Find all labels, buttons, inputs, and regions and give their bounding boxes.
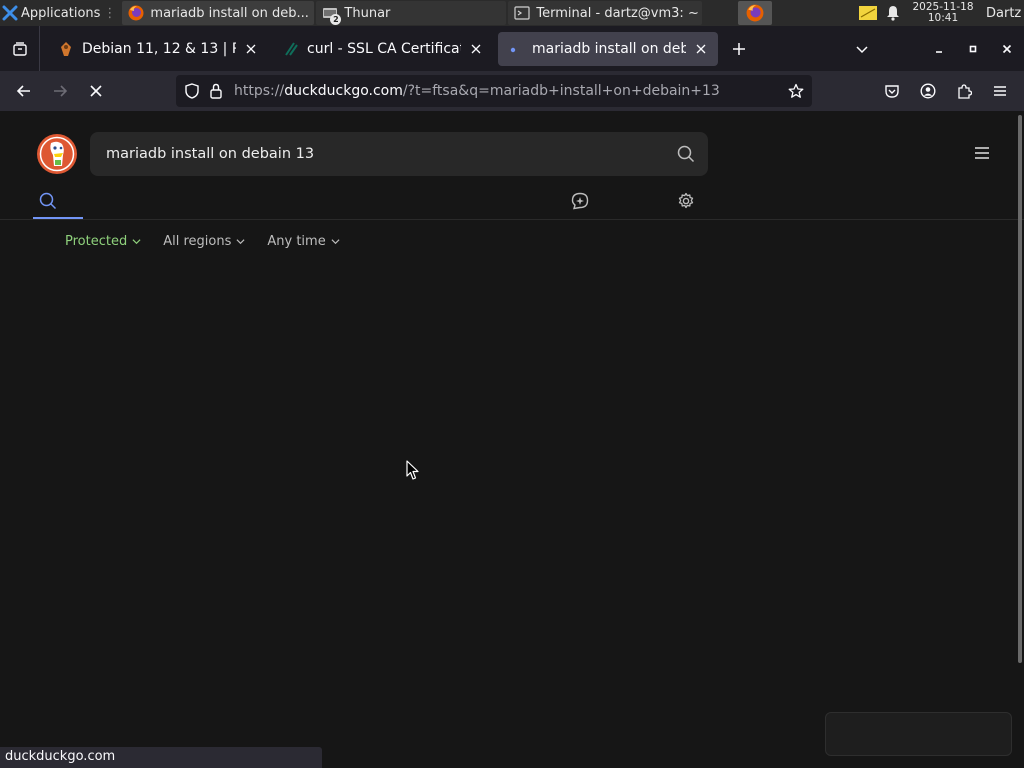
- loading-dot-icon: [510, 47, 516, 53]
- region-label: All regions: [163, 234, 232, 249]
- system-tray: 2025-11-18 10:41 Dartz: [858, 0, 1024, 26]
- site-menu-button[interactable]: [972, 143, 992, 163]
- maximize-button[interactable]: [962, 38, 984, 60]
- status-bar: duckduckgo.com: [0, 747, 322, 768]
- tab-duck-ai[interactable]: [569, 190, 591, 212]
- arrow-left-icon: [16, 85, 30, 97]
- applications-menu[interactable]: Applications ⋮: [0, 0, 120, 26]
- taskbar-window-title: Thunar: [344, 5, 391, 21]
- tab-title: Debian 11, 12 & 13 | Pte: [82, 41, 236, 57]
- account-button[interactable]: [918, 81, 938, 101]
- chevron-down-icon: [132, 239, 141, 245]
- menu-icon: [975, 147, 989, 159]
- chevron-down-icon: [331, 239, 340, 245]
- firefox-view-button[interactable]: [0, 26, 40, 71]
- plus-icon: [733, 43, 745, 55]
- terminal-icon: [514, 5, 531, 21]
- maximize-icon: [969, 45, 977, 53]
- search-input[interactable]: [106, 146, 666, 162]
- firefox-icon: [746, 4, 764, 22]
- list-all-tabs-button[interactable]: [851, 38, 873, 60]
- tab-title: mariadb install on debain 13: [532, 41, 686, 57]
- pocket-button[interactable]: [882, 81, 902, 101]
- page-scrollbar[interactable]: [1018, 115, 1022, 663]
- menu-separator-icon: ⋮: [103, 5, 117, 21]
- taskbar-window-title: mariadb install on deb...: [150, 5, 309, 21]
- chevron-down-icon: [856, 46, 868, 54]
- navigation-toolbar: https://duckduckgo.com/?t=ftsa&q=mariadb…: [0, 71, 1024, 111]
- new-tab-button[interactable]: [728, 38, 750, 60]
- tab-curl[interactable]: curl - SSL CA Certificates: [273, 32, 493, 66]
- url-host: duckduckgo.com: [284, 83, 403, 99]
- forward-button[interactable]: [47, 79, 73, 103]
- tab-duckduckgo[interactable]: mariadb install on debain 13: [498, 32, 718, 66]
- firefox-icon: [128, 5, 144, 21]
- search-icon[interactable]: [676, 144, 696, 164]
- applications-label: Applications: [21, 5, 101, 21]
- mouse-pointer-icon: [406, 460, 419, 480]
- taskbar-window-title: Terminal - dartz@vm3: ~: [536, 5, 699, 21]
- os-taskbar: Applications ⋮ mariadb install on deb...…: [0, 0, 1024, 26]
- close-icon: [1002, 44, 1012, 54]
- stop-x-icon: [90, 85, 102, 97]
- notes-icon[interactable]: [858, 5, 878, 21]
- app-menu-button[interactable]: [990, 81, 1010, 101]
- back-button[interactable]: [11, 79, 37, 103]
- curl-favicon-icon: [285, 42, 298, 56]
- site-favicon-icon: [61, 42, 71, 56]
- lock-icon[interactable]: [206, 81, 226, 101]
- tray-firefox-launcher[interactable]: [738, 1, 772, 25]
- close-window-button[interactable]: [996, 38, 1018, 60]
- notification-panel: [825, 712, 1012, 756]
- url-path: /?t=ftsa&q=mariadb+install+on+debain+13: [402, 83, 720, 99]
- taskbar-window-firefox[interactable]: mariadb install on deb...: [122, 1, 315, 25]
- stop-loading-button[interactable]: [83, 79, 109, 103]
- minimize-button[interactable]: [928, 38, 950, 60]
- clock-time: 10:41: [927, 12, 959, 24]
- region-filter[interactable]: All regions: [163, 234, 245, 249]
- ai-chat-icon: [571, 192, 589, 210]
- tab-debian[interactable]: Debian 11, 12 & 13 | Pte: [48, 32, 268, 66]
- minimize-icon: [936, 51, 942, 53]
- tracking-protection-shield-icon[interactable]: [182, 81, 202, 101]
- menu-icon: [994, 86, 1006, 96]
- account-icon: [920, 83, 936, 99]
- notification-bell-icon[interactable]: [886, 5, 900, 21]
- tab-settings[interactable]: [675, 190, 697, 212]
- close-tab-icon[interactable]: [469, 42, 483, 56]
- firefox-view-icon: [12, 41, 27, 56]
- time-label: Any time: [267, 234, 326, 249]
- tab-all-results[interactable]: [37, 190, 59, 212]
- tab-title: curl - SSL CA Certificates: [307, 41, 461, 57]
- close-tab-icon[interactable]: [244, 42, 258, 56]
- file-manager-icon: 2: [322, 5, 342, 25]
- arrow-right-icon: [54, 85, 68, 97]
- window-count-badge: 2: [330, 14, 342, 25]
- extensions-button[interactable]: [954, 81, 974, 101]
- user-menu[interactable]: Dartz: [986, 6, 1024, 21]
- taskbar-window-thunar[interactable]: 2 Thunar: [316, 1, 507, 25]
- safe-search-filter[interactable]: Protected: [65, 234, 141, 249]
- search-verticals-bar: [0, 184, 1024, 220]
- time-filter[interactable]: Any time: [267, 234, 340, 249]
- address-bar[interactable]: https://duckduckgo.com/?t=ftsa&q=mariadb…: [176, 75, 812, 107]
- active-tab-indicator: [33, 217, 83, 219]
- url-text: https://duckduckgo.com/?t=ftsa&q=mariadb…: [234, 83, 764, 99]
- bookmark-star-icon[interactable]: [786, 81, 806, 101]
- xfce-logo-icon: [2, 5, 18, 21]
- safe-search-label: Protected: [65, 234, 128, 249]
- chevron-down-icon: [236, 239, 245, 245]
- duckduckgo-logo-icon[interactable]: [36, 133, 78, 175]
- url-prefix: https://: [234, 83, 285, 99]
- search-filters: Protected All regions Any time: [65, 234, 340, 249]
- search-box[interactable]: [90, 132, 708, 176]
- pocket-icon: [885, 85, 899, 98]
- search-icon: [39, 192, 57, 210]
- page-content: Protected All regions Any time: [0, 111, 1024, 768]
- taskbar-window-terminal[interactable]: Terminal - dartz@vm3: ~: [508, 1, 703, 25]
- gear-icon: [678, 192, 694, 209]
- clock[interactable]: 2025-11-18 10:41: [908, 2, 978, 24]
- close-tab-icon[interactable]: [694, 42, 708, 56]
- puzzle-piece-icon: [958, 84, 972, 99]
